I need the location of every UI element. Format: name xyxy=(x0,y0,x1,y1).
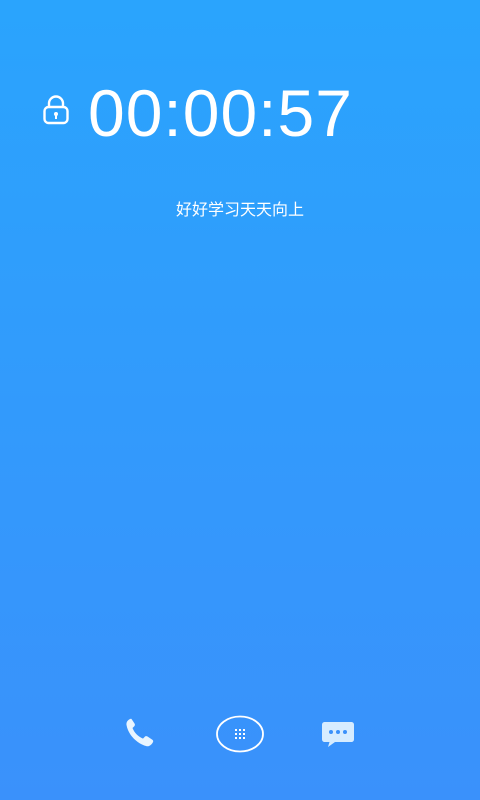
phone-button[interactable] xyxy=(120,710,164,758)
app-grid-icon xyxy=(214,710,266,758)
padlock-icon[interactable] xyxy=(42,94,70,126)
motto-text: 好好学习天天向上 xyxy=(175,200,304,219)
message-bubble-icon xyxy=(316,710,360,758)
timer-row: 00:00:57 xyxy=(40,78,460,148)
app-drawer-button[interactable] xyxy=(214,710,266,758)
lock-screen: 00:00:57 好好学习天天向上 xyxy=(0,0,480,800)
messages-button[interactable] xyxy=(316,710,360,758)
timer-display: 00:00:57 xyxy=(88,76,353,150)
phone-icon xyxy=(120,710,164,758)
bottom-dock xyxy=(0,710,480,758)
